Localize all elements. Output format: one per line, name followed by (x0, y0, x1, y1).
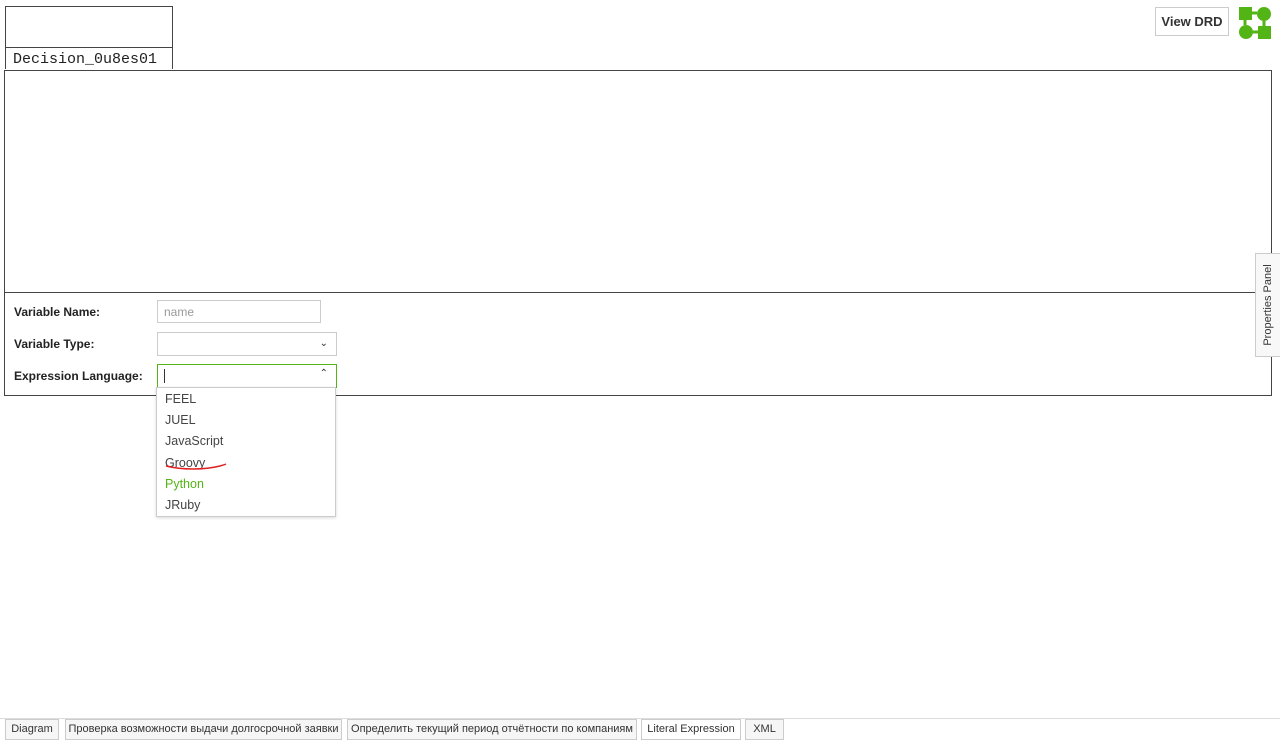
option-jruby[interactable]: JRuby (165, 498, 200, 512)
expression-text-area[interactable] (5, 71, 1271, 293)
expression-language-select[interactable]: ⌃ (157, 364, 337, 388)
option-juel[interactable]: JUEL (165, 413, 196, 427)
variable-name-label: Variable Name: (14, 305, 101, 319)
properties-panel-label: Properties Panel (1262, 264, 1274, 346)
literal-expression-editor: Variable Name: Variable Type: ⌄ Expressi… (4, 70, 1272, 396)
option-python[interactable]: Python (165, 477, 204, 491)
dmn-logo-icon[interactable] (1238, 6, 1272, 40)
chevron-up-icon: ⌃ (319, 368, 328, 379)
variable-type-label: Variable Type: (14, 337, 95, 351)
editor-tab-bar: Diagram Проверка возможности выдачи долг… (0, 718, 1280, 748)
tab-literal-expression[interactable]: Literal Expression (641, 719, 741, 740)
tab-decision-long-term-application[interactable]: Проверка возможности выдачи долгосрочной… (65, 719, 342, 740)
decision-header-box: Decision_0u8es01 (5, 6, 173, 69)
view-drd-button[interactable]: View DRD (1155, 7, 1229, 36)
properties-panel-toggle[interactable]: Properties Panel (1255, 253, 1280, 357)
variable-name-input[interactable] (157, 300, 321, 323)
option-feel[interactable]: FEEL (165, 392, 196, 406)
text-caret (164, 369, 165, 383)
tab-diagram[interactable]: Diagram (5, 719, 59, 740)
decision-name[interactable]: Decision_0u8es01 (13, 51, 157, 68)
expression-language-dropdown: FEEL JUEL JavaScript Groovy Python JRuby (156, 387, 336, 517)
red-underline-annotation (165, 463, 227, 470)
expression-language-label: Expression Language: (14, 369, 143, 383)
variable-type-select[interactable]: ⌄ (157, 332, 337, 356)
chevron-down-icon: ⌄ (319, 338, 328, 349)
tab-xml[interactable]: XML (745, 719, 784, 740)
option-javascript[interactable]: JavaScript (165, 434, 223, 448)
decision-name-row: Decision_0u8es01 (6, 47, 172, 69)
tab-decision-reporting-period[interactable]: Определить текущий период отчётности по … (347, 719, 637, 740)
